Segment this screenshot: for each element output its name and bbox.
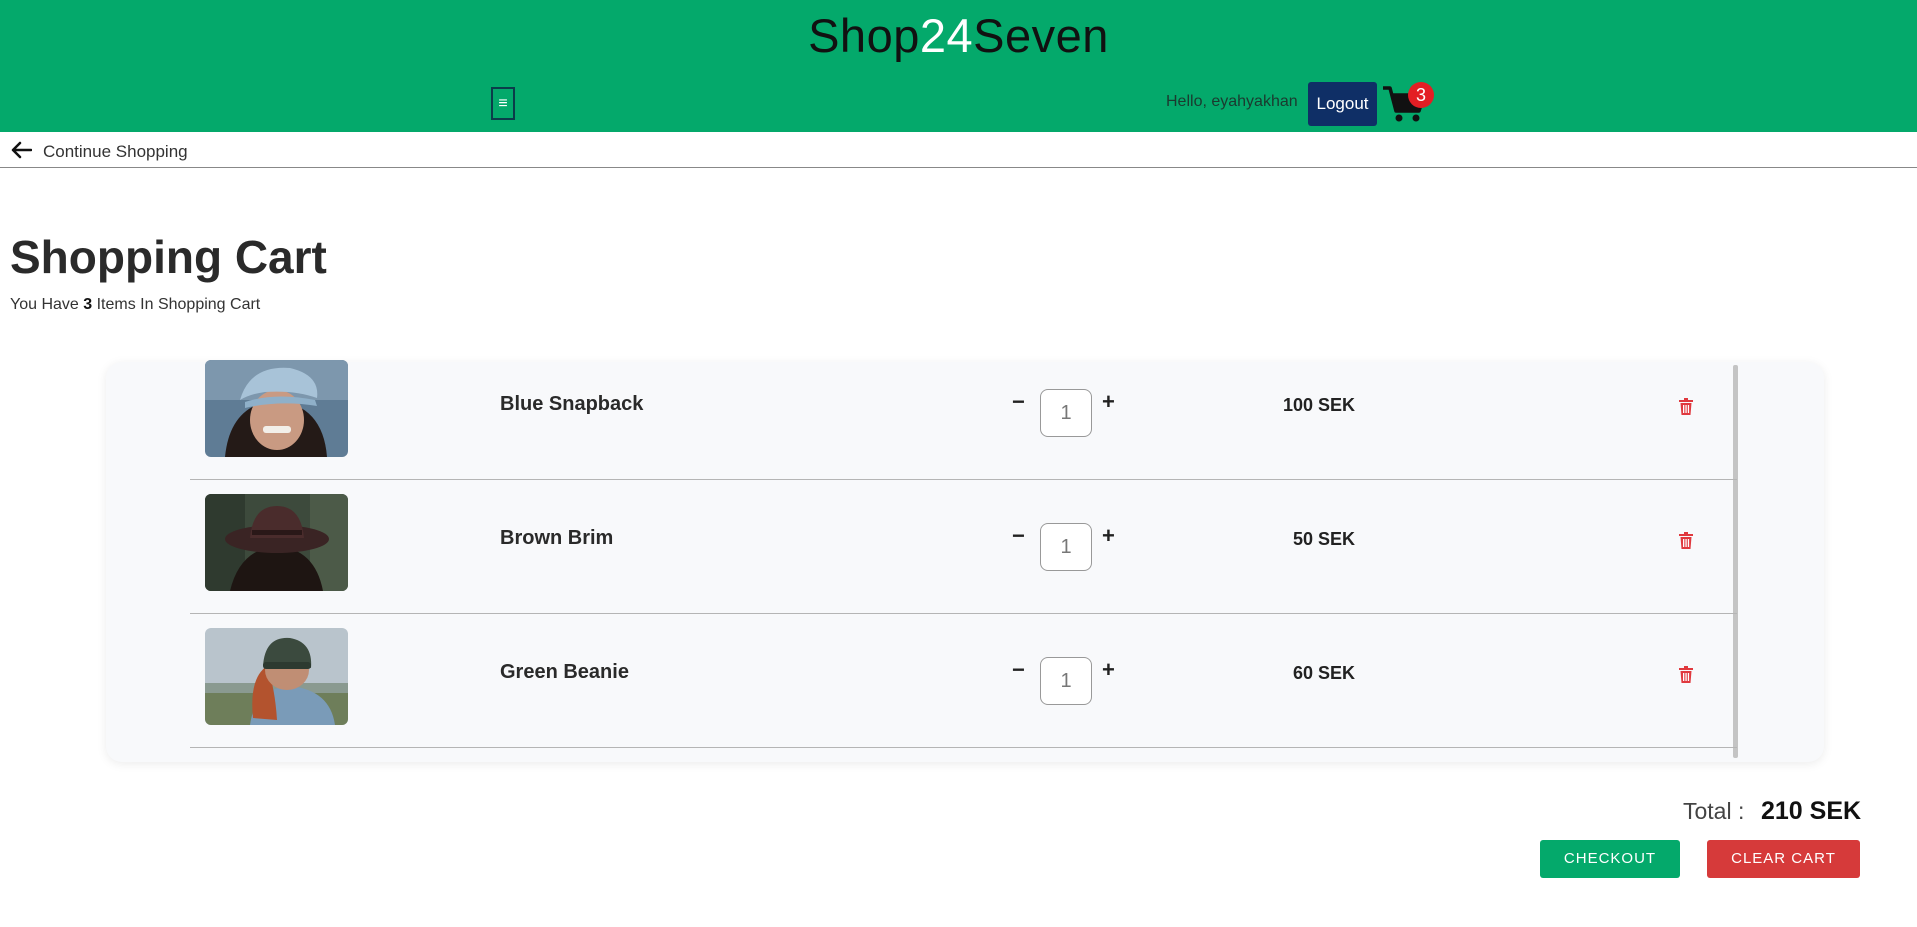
brand-logo[interactable]: Shop24Seven [0, 8, 1917, 63]
product-image-blue-snapback [205, 360, 348, 457]
site-header: Shop24Seven ≡ Hello, eyahyakhan Logout 3 [0, 0, 1917, 132]
quantity-input[interactable]: 1 [1040, 389, 1092, 437]
logout-button[interactable]: Logout [1308, 82, 1377, 126]
cart-count-badge: 3 [1408, 82, 1434, 108]
product-name: Blue Snapback [500, 393, 644, 415]
trash-icon[interactable] [1679, 398, 1693, 415]
user-greeting: Hello, eyahyakhan [1166, 93, 1298, 110]
quantity-input[interactable]: 1 [1040, 657, 1092, 705]
quantity-input[interactable]: 1 [1040, 523, 1092, 571]
page-title: Shopping Cart [10, 231, 327, 283]
summary-item-count: 3 [83, 296, 93, 313]
increase-quantity-button[interactable]: + [1102, 523, 1115, 549]
trash-icon[interactable] [1679, 666, 1693, 683]
continue-shopping-link[interactable]: Continue Shopping [43, 142, 188, 162]
product-price: 60 SEK [1292, 663, 1355, 683]
clear-cart-button[interactable]: CLEAR CART [1707, 840, 1860, 878]
trash-icon[interactable] [1679, 532, 1693, 549]
summary-suffix: Items In Shopping Cart [92, 296, 261, 313]
brand-part-24: 24 [919, 9, 974, 62]
cart-item-row: Brown Brim − 1 + 50 SEK [190, 479, 1737, 614]
total-label: Total : [1683, 798, 1745, 824]
increase-quantity-button[interactable]: + [1102, 389, 1115, 415]
cart-item-row: Green Beanie − 1 + 60 SEK [190, 613, 1737, 748]
increase-quantity-button[interactable]: + [1102, 657, 1115, 683]
decrease-quantity-button[interactable]: − [1012, 389, 1025, 415]
total-amount: 210 SEK [1761, 797, 1862, 825]
product-image-green-beanie [205, 628, 348, 725]
decrease-quantity-button[interactable]: − [1012, 657, 1025, 683]
hamburger-menu-button[interactable]: ≡ [491, 87, 515, 120]
hamburger-icon: ≡ [498, 95, 508, 112]
decrease-quantity-button[interactable]: − [1012, 523, 1025, 549]
arrow-left-icon[interactable] [10, 141, 32, 159]
product-image-brown-brim [205, 494, 348, 591]
cart-item-row: Blue Snapback − 1 + 100 SEK [190, 345, 1737, 480]
product-price: 100 SEK [1282, 395, 1355, 415]
brand-part-shop: Shop [808, 9, 920, 62]
product-name: Brown Brim [500, 527, 614, 549]
summary-prefix: You Have [10, 296, 84, 313]
cart-summary-text: You Have 3 Items In Shopping Cart [10, 296, 260, 314]
product-name: Green Beanie [500, 661, 629, 683]
checkout-button[interactable]: CHECKOUT [1540, 840, 1680, 878]
brand-part-seven: Seven [973, 9, 1109, 62]
product-price: 50 SEK [1292, 529, 1355, 549]
continue-shopping-bar: Continue Shopping [0, 132, 1917, 168]
